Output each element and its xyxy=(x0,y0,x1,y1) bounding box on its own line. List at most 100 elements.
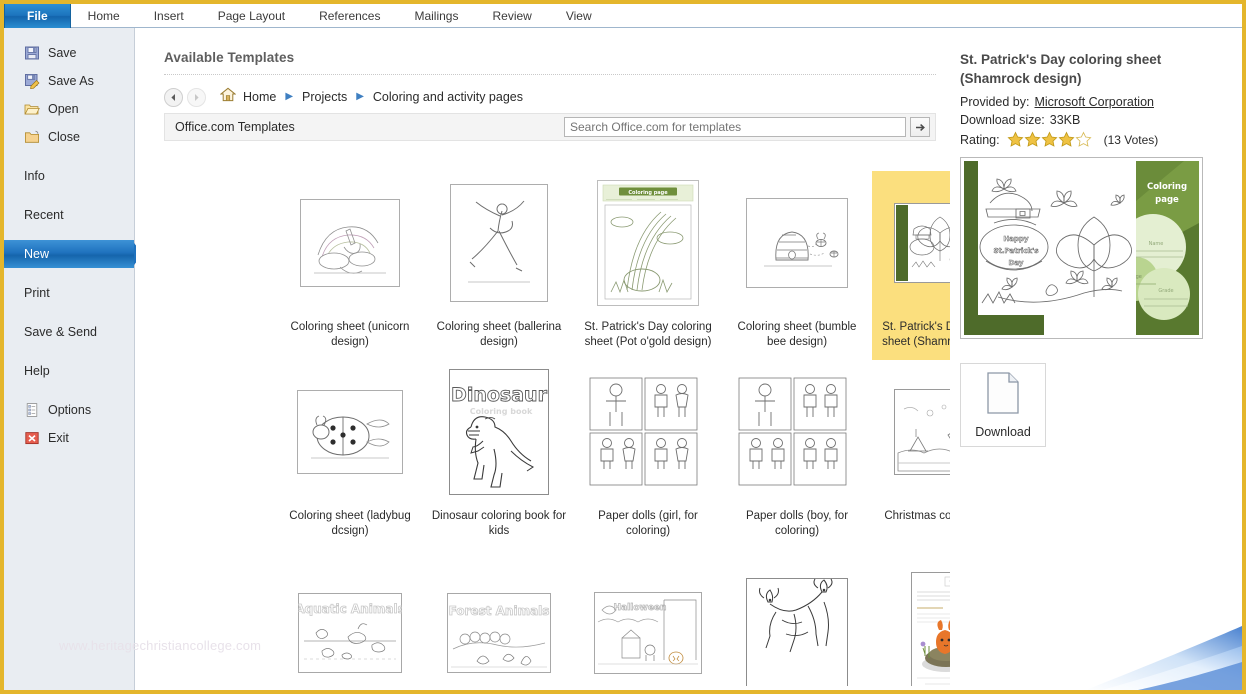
office-com-label: Office.com Templates xyxy=(175,120,295,134)
star-filled-icon[interactable] xyxy=(1041,131,1058,148)
template-card[interactable]: Aquatic Animals xyxy=(276,549,424,686)
template-thumbnail xyxy=(738,366,856,498)
breadcrumb-separator: ▶ xyxy=(285,91,294,102)
rating-votes: (13 Votes) xyxy=(1103,132,1159,147)
template-card[interactable]: Coloring sheet (ladybug dcsign) xyxy=(276,360,424,549)
template-name: Coloring sheet (ballerina design) xyxy=(436,321,562,348)
sidebar-item-open[interactable]: Open xyxy=(4,95,134,123)
sidebar-item-new[interactable]: New xyxy=(4,240,143,268)
search-input[interactable] xyxy=(564,117,906,137)
download-size-value: 33KB xyxy=(1049,113,1081,127)
options-icon xyxy=(26,403,38,417)
sidebar-item-label: Exit xyxy=(48,431,69,445)
thumb-title-text: Halloween xyxy=(614,603,667,613)
arrow-right-icon xyxy=(195,93,199,101)
tab-review[interactable]: Review xyxy=(475,4,548,28)
backstage-sidebar: Save Save As Open Close Info Recent New … xyxy=(4,28,143,690)
close-folder-icon xyxy=(25,130,39,143)
template-thumbnail xyxy=(589,366,707,498)
template-thumbnail xyxy=(450,177,548,309)
preview-image: Coloring page Name Age Grade Happy St.Pa… xyxy=(960,157,1203,339)
template-thumbnail xyxy=(297,366,403,498)
rating-stars[interactable] xyxy=(1007,131,1092,148)
star-empty-icon[interactable] xyxy=(1075,131,1092,148)
template-card[interactable]: Paper dolls (girl, for coloring) xyxy=(574,360,722,549)
template-thumbnail xyxy=(300,177,400,309)
template-card[interactable]: Coloring page St. Patrick's Day coloring… xyxy=(574,171,722,360)
open-folder-icon xyxy=(24,104,40,115)
tab-page-layout[interactable]: Page Layout xyxy=(201,4,302,28)
search-submit-button[interactable] xyxy=(910,117,930,137)
sidebar-item-exit[interactable]: Exit xyxy=(4,424,134,452)
svg-text:Coloring book: Coloring book xyxy=(470,407,533,416)
provider-link[interactable]: Microsoft Corporation xyxy=(1034,95,1154,109)
sidebar-item-close[interactable]: Close xyxy=(4,123,134,151)
breadcrumb-current: Coloring and activity pages xyxy=(372,90,523,104)
sidebar-item-print[interactable]: Print xyxy=(4,279,134,307)
sidebar-item-save-and-send[interactable]: Save & Send xyxy=(4,318,134,346)
template-card[interactable]: Coloring sheet (unicorn design) xyxy=(276,171,424,360)
template-card[interactable]: Halloween xyxy=(574,549,722,686)
template-card[interactable]: Paper dolls (boy, for coloring) xyxy=(723,360,871,549)
save-icon xyxy=(25,46,39,60)
sidebar-item-label: Help xyxy=(24,364,50,378)
sidebar-item-options[interactable]: Options xyxy=(4,396,134,424)
preview-download-size-row: Download size: 33KB xyxy=(960,113,1220,127)
template-thumbnail: Dinosaur Coloring book xyxy=(449,366,549,498)
breadcrumb-home[interactable]: Home xyxy=(243,90,276,104)
template-thumbnail: Coloring page xyxy=(597,177,699,309)
tab-mailings[interactable]: Mailings xyxy=(397,4,475,28)
template-thumbnail: Halloween xyxy=(594,567,702,686)
exit-icon xyxy=(25,432,39,445)
breadcrumb-projects[interactable]: Projects xyxy=(302,90,347,104)
template-name: Coloring sheet (ladybug dcsign) xyxy=(289,510,411,537)
preview-happy-line3: Day xyxy=(1009,259,1024,267)
sidebar-item-label: Save xyxy=(48,46,77,60)
word-backstage-window: File Home Insert Page Layout References … xyxy=(0,0,1246,694)
template-name: Coloring sheet (bumble bee design) xyxy=(737,321,857,348)
star-filled-icon[interactable] xyxy=(1007,131,1024,148)
tab-insert[interactable]: Insert xyxy=(137,4,201,28)
sidebar-item-label: Save As xyxy=(48,74,94,88)
template-name: Paper dolls (boy, for coloring) xyxy=(745,510,849,537)
sidebar-item-label: Print xyxy=(24,286,50,300)
sidebar-item-recent[interactable]: Recent xyxy=(4,201,134,229)
sidebar-item-help[interactable]: Help xyxy=(4,357,134,385)
template-thumbnail: Aquatic Animals xyxy=(298,567,402,686)
template-grid: Coloring sheet (unicorn design) Coloring… xyxy=(276,169,1046,686)
download-button-label: Download xyxy=(975,424,1031,439)
back-button[interactable] xyxy=(164,87,183,107)
forward-button[interactable] xyxy=(187,87,206,107)
tab-file[interactable]: File xyxy=(4,4,71,28)
tab-references[interactable]: References xyxy=(302,4,397,28)
download-size-label: Download size: xyxy=(960,113,1045,127)
template-card[interactable]: Forest Animals xyxy=(425,549,573,686)
tab-view[interactable]: View xyxy=(549,4,609,28)
rating-label: Rating: xyxy=(960,132,1000,147)
template-card[interactable] xyxy=(723,549,871,686)
template-card[interactable]: Coloring sheet (bumble bee design) xyxy=(723,171,871,360)
template-card[interactable]: Coloring sheet (ballerina design) xyxy=(425,171,573,360)
ribbon-tab-strip: File Home Insert Page Layout References … xyxy=(4,0,1242,28)
download-button[interactable]: Download xyxy=(960,363,1046,447)
tab-home[interactable]: Home xyxy=(71,4,137,28)
thumb-title-text: Dinosaur xyxy=(451,384,548,406)
star-filled-icon[interactable] xyxy=(1024,131,1041,148)
template-grid-pane[interactable]: Coloring sheet (unicorn design) Coloring… xyxy=(276,169,1046,686)
sidebar-item-label: Info xyxy=(24,169,45,183)
ribbon-tabs: File Home Insert Page Layout References … xyxy=(4,4,609,28)
home-icon[interactable] xyxy=(219,87,237,107)
preview-provided-by-row: Provided by: Microsoft Corporation xyxy=(960,95,1220,109)
preview-field-name: Name xyxy=(1149,241,1164,247)
preview-field-grade: Grade xyxy=(1158,288,1173,294)
sidebar-item-info[interactable]: Info xyxy=(4,162,134,190)
preview-title: St. Patrick's Day coloring sheet (Shamro… xyxy=(960,52,1162,86)
star-filled-icon[interactable] xyxy=(1058,131,1075,148)
sidebar-item-save[interactable]: Save xyxy=(4,39,134,67)
provided-by-label: Provided by: xyxy=(960,95,1030,109)
page-title: Available Templates xyxy=(164,50,295,65)
sidebar-item-label: New xyxy=(24,247,50,261)
sidebar-item-save-as[interactable]: Save As xyxy=(4,67,134,95)
sidebar-item-label: Open xyxy=(48,102,79,116)
template-card[interactable]: Dinosaur Coloring book Dinosaur coloring… xyxy=(425,360,573,549)
